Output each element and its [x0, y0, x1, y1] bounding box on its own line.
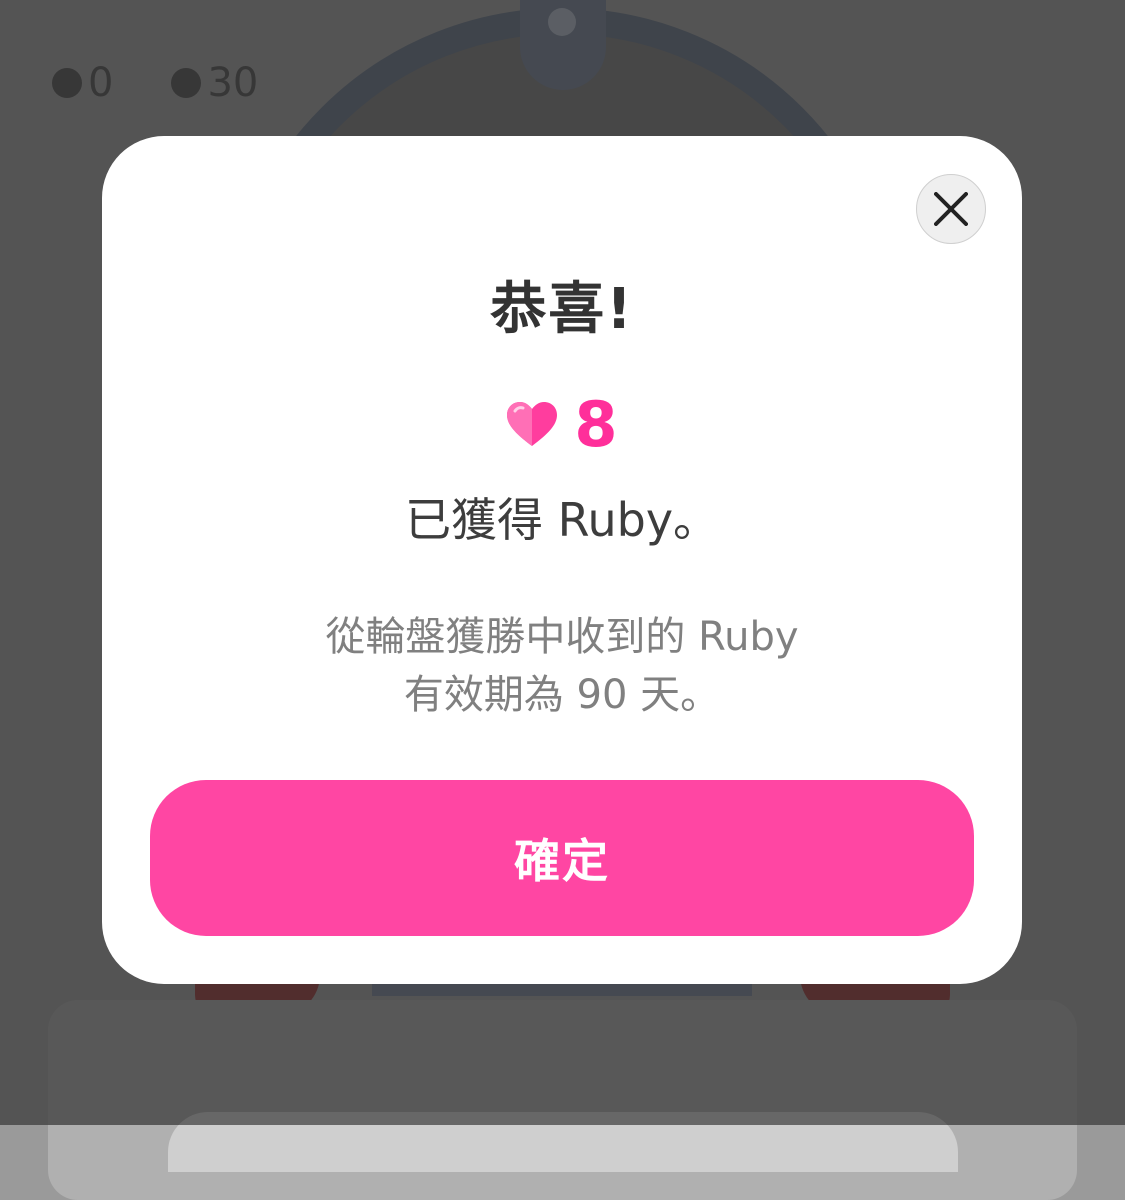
reward-amount: 8 — [574, 388, 618, 461]
expiry-notice: 從輪盤獲勝中收到的 Ruby 有效期為 90 天。 — [102, 608, 1022, 724]
dialog-title: 恭喜! — [490, 277, 634, 342]
expiry-notice-line2: 有效期為 90 天。 — [403, 672, 721, 718]
obtained-message: 已獲得 Ruby。 — [404, 493, 720, 547]
close-button[interactable] — [916, 174, 986, 244]
reward-amount-row: 8 — [102, 394, 1022, 456]
confirm-button[interactable]: 確定 — [150, 780, 974, 936]
reward-dialog: 恭喜! 8 已獲得 Ruby。 從輪盤獲勝中收到的 Ruby 有效期為 90 天… — [102, 136, 1022, 984]
ruby-heart-icon — [507, 402, 558, 446]
close-icon — [934, 192, 968, 226]
expiry-notice-line1: 從輪盤獲勝中收到的 Ruby — [325, 614, 799, 660]
